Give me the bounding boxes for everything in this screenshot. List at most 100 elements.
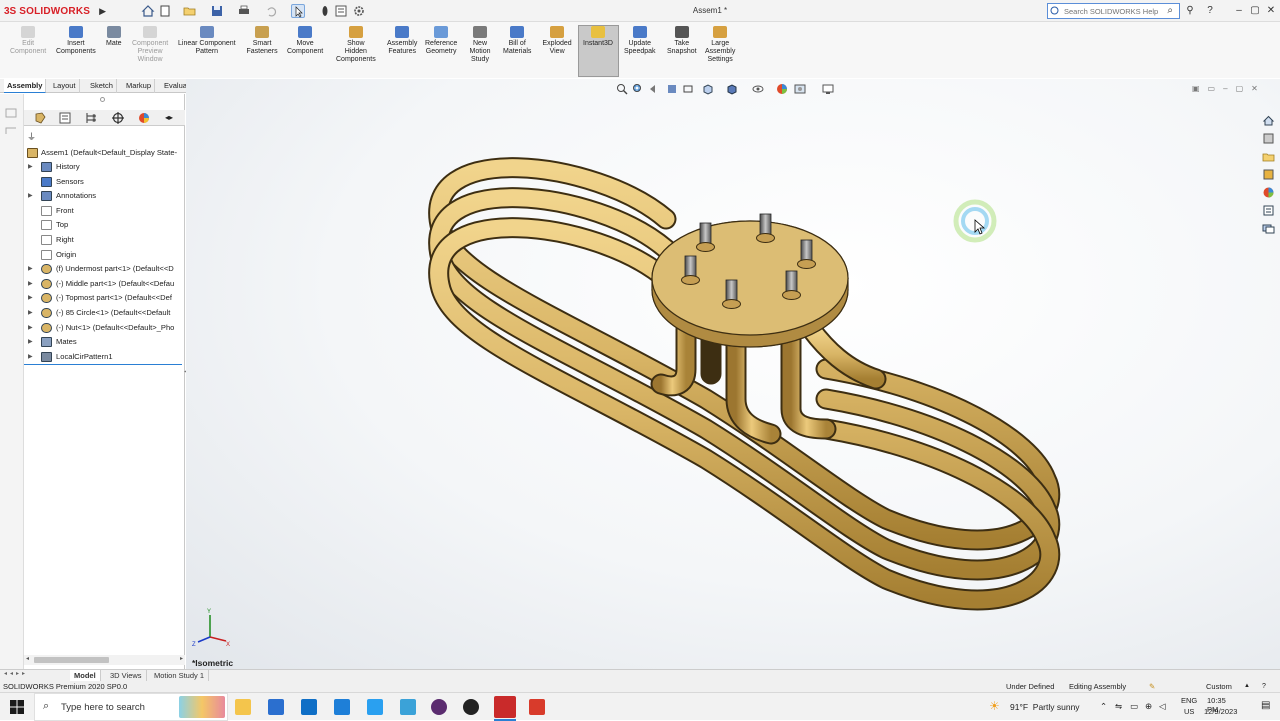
media-taskbar-icon[interactable] [367,699,383,715]
search-icon[interactable]: ⌕ [1167,5,1173,16]
hide-show-items-icon[interactable] [752,83,764,95]
command-insert-components-button[interactable]: Insert Components [56,26,96,56]
file-explorer-taskbar-icon[interactable] [235,699,251,715]
tree-item[interactable]: ▶ (-) Middle part<1> (Default<<Defau [24,277,184,291]
forum-icon[interactable] [1262,222,1275,235]
file-explorer-icon[interactable] [1262,150,1275,163]
expand-arrow-icon[interactable]: ▶ [28,189,33,203]
battery-icon[interactable]: ▭ [1130,701,1138,712]
save-icon[interactable] [210,4,224,18]
mail-taskbar-icon[interactable] [301,699,317,715]
input-region[interactable]: US [1184,707,1194,716]
expand-arrow-icon[interactable]: ▶ [28,335,33,349]
help-search-box[interactable]: ⌕ [1047,3,1180,19]
print-icon[interactable] [237,4,251,18]
command-edit-component-button[interactable]: Edit Component [10,26,46,56]
scroll-right-icon[interactable]: ▸ [180,655,183,662]
tree-item[interactable]: Front [24,204,184,218]
tree-item[interactable]: ▶ (f) Undermost part<1> (Default<<D [24,262,184,276]
command-mate-button[interactable]: Mate [106,26,122,48]
store-taskbar-icon[interactable] [268,699,284,715]
feature-manager-tab-icon[interactable] [32,111,48,125]
display-style-icon[interactable] [726,83,738,95]
command-new-motion-study-button[interactable]: New Motion Study [470,26,491,64]
measure-sidebar-icon[interactable] [4,124,20,138]
view-settings-icon[interactable] [822,83,834,95]
section-view-icon[interactable] [666,83,678,95]
previous-view-icon[interactable] [648,83,660,95]
apply-scene-icon[interactable] [794,83,806,95]
expand-arrow-icon[interactable]: ▶ [28,350,33,364]
taskbar-search-box[interactable]: ⌕ Type here to search [34,693,228,721]
zoom-to-fit-icon[interactable] [616,83,628,95]
scroll-left-icon[interactable]: ◂ [26,655,29,662]
custom-properties-icon[interactable] [1262,204,1275,217]
expand-arrow-icon[interactable]: ▶ [28,306,33,320]
undo-icon[interactable] [264,4,278,18]
tab-markup[interactable]: Markup [123,79,156,93]
weather-icon[interactable]: ☀ [989,699,1000,713]
expand-arrow-icon[interactable]: ▶ [28,262,33,276]
zoom-to-area-icon[interactable] [632,83,644,95]
tree-item[interactable]: ▶ (-) Nut<1> (Default<<Default>_Pho [24,321,184,335]
appearances-scenes-icon[interactable] [1262,186,1275,199]
status-help-icon[interactable]: ? [1262,681,1266,692]
tree-item[interactable]: ▶ Mates [24,335,184,349]
filter-icon[interactable]: ⏚ [27,130,36,143]
tab-sketch[interactable]: Sketch [87,79,117,93]
open-folder-icon[interactable] [183,4,197,18]
network-share-icon[interactable]: ⇋ [1115,701,1122,712]
tree-item[interactable]: Top [24,218,184,232]
hidden-icons-icon[interactable]: ⌃ [1100,701,1107,712]
panel-collapse-handle[interactable] [100,97,105,102]
browser-taskbar-icon[interactable] [400,699,416,715]
display-manager-tab-icon[interactable] [136,111,152,125]
network-icon[interactable]: ⊕ [1145,701,1152,712]
command-instant3d-button[interactable]: Instant3D [583,26,613,48]
view-orientation-icon[interactable] [702,83,714,95]
notifications-icon[interactable]: ▤ [1261,700,1270,711]
command-show-hidden-components-button[interactable]: Show Hidden Components [336,26,376,64]
solidworks-taskbar-icon[interactable] [494,696,516,718]
command-large-assembly-settings-button[interactable]: Large Assembly Settings [705,26,735,64]
edit-appearance-icon[interactable] [776,83,788,95]
help-icon[interactable]: ? [1203,4,1217,18]
dynamic-annotation-icon[interactable] [682,83,694,95]
help-search-input[interactable] [1064,6,1158,17]
pdf-taskbar-icon[interactable] [529,699,545,715]
home-icon[interactable] [141,4,155,18]
expand-arrow-icon[interactable]: ▶ [28,277,33,291]
tab-layout[interactable]: Layout [50,79,80,93]
graphics-area[interactable]: Y X Z [186,79,1280,669]
rebuild-status-icon[interactable]: ✎ [1149,681,1155,692]
options-gear-icon[interactable] [352,4,366,18]
view-palette-icon[interactable] [1262,168,1275,181]
tree-item[interactable]: ▶ (-) 85 Circle<1> (Default<<Default [24,306,184,320]
unit-system[interactable]: Custom [1206,681,1232,692]
tab-scroll-arrows-icon[interactable]: ◂◂▸▸ [4,670,28,677]
clock-date[interactable]: 12/9/2023 [1204,707,1237,716]
volume-icon[interactable]: ◁ [1159,701,1166,712]
new-document-icon[interactable] [158,4,172,18]
tree-root-assembly[interactable]: Assem1 (Default<Default_Display State- [24,146,184,160]
user-icon[interactable]: ⚲ [1183,4,1197,18]
tab-assembly[interactable]: Assembly [4,79,47,93]
configuration-manager-tab-icon[interactable] [83,111,99,125]
tree-item[interactable]: ▶ (-) Topmost part<1> (Default<<Def [24,291,184,305]
command-component-preview-window-button[interactable]: Component Preview Window [132,26,168,64]
viewport-window-controls[interactable]: ▣▭–▢✕ [1192,84,1266,93]
tree-item[interactable]: Sensors [24,175,184,189]
file-properties-icon[interactable] [334,4,348,18]
tree-item[interactable]: ▶ History [24,160,184,174]
tree-rollback-bar[interactable] [24,364,182,365]
command-exploded-view-button[interactable]: Exploded View [543,26,572,56]
panel-scroll-arrows-icon[interactable]: ◂▸ [161,111,177,125]
command-update-speedpak-button[interactable]: Update Speedpak [624,26,656,56]
expand-arrow-icon[interactable]: ▶ [28,291,33,305]
restore-icon[interactable]: ▢ [1248,4,1262,18]
heating-element-model[interactable]: Y X Z [186,79,1280,669]
tree-item[interactable]: ▶ LocalCirPattern1 [24,350,184,364]
scrollbar-thumb[interactable] [34,657,109,663]
panel-horizontal-scrollbar[interactable]: ◂ ▸ [24,655,185,665]
player-taskbar-icon[interactable] [463,699,479,715]
